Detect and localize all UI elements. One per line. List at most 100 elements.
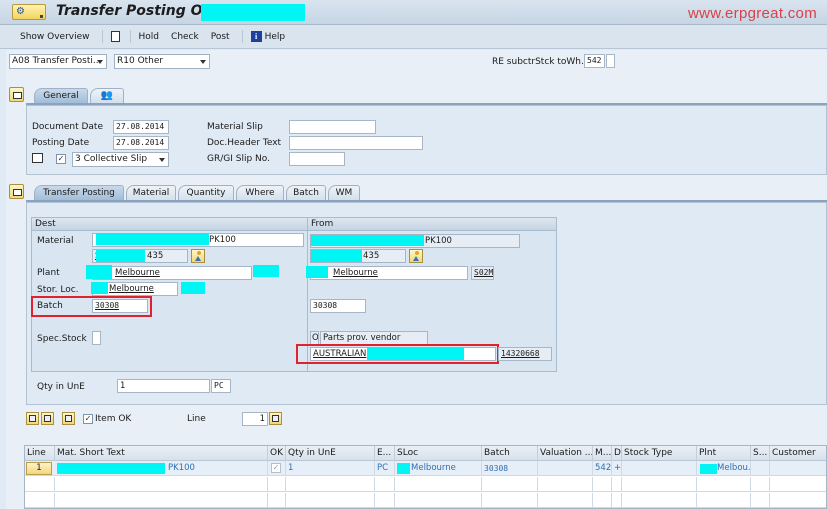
empty-cell	[612, 493, 622, 508]
material-slip-field[interactable]	[289, 120, 376, 134]
toolbar-separator	[241, 30, 243, 43]
line-label: Line	[187, 414, 206, 424]
col-stock-type[interactable]: Stock Type	[622, 446, 697, 461]
check-button[interactable]: Check	[171, 32, 199, 42]
tab-batch[interactable]: Batch	[286, 185, 326, 200]
reference-dropdown[interactable]: R10 Other	[114, 54, 210, 69]
col-mat-short-text[interactable]: Mat. Short Text	[55, 446, 268, 461]
col-qty[interactable]: Qty in UnE	[286, 446, 375, 461]
qty-unit-field[interactable]: PC	[211, 379, 231, 393]
line-field[interactable]: 1	[242, 412, 268, 426]
chevron-down-icon	[159, 158, 165, 162]
redacted-from-material	[311, 235, 424, 246]
empty-cell	[482, 477, 538, 492]
col-valuation[interactable]: Valuation ...	[538, 446, 593, 461]
doc-header-text-field[interactable]	[289, 136, 423, 150]
go-to-line-button[interactable]	[269, 412, 282, 425]
from-spec-stock-indicator[interactable]: O	[310, 331, 319, 345]
hold-button[interactable]: Hold	[139, 32, 160, 42]
next-item-button[interactable]	[41, 412, 54, 425]
table-row-empty[interactable]	[25, 493, 826, 508]
cell-ok: ✓	[268, 461, 286, 476]
col-line[interactable]: Line	[25, 446, 55, 461]
transaction-menu-button[interactable]: ⚙	[12, 4, 46, 20]
from-stor-loc-field[interactable]: S02M	[471, 266, 494, 280]
help-button[interactable]: Help	[265, 32, 286, 42]
reference-dropdown-value: R10 Other	[117, 56, 164, 66]
empty-cell	[55, 493, 268, 508]
col-ok[interactable]: OK	[268, 446, 286, 461]
special-stock-indicator-field[interactable]	[606, 54, 615, 68]
tab-partner[interactable]: 👥	[90, 88, 124, 103]
tab-where[interactable]: Where	[236, 185, 284, 200]
from-batch-field[interactable]: 30308	[310, 299, 366, 313]
movement-type-field[interactable]: 542	[584, 54, 605, 68]
empty-cell	[286, 477, 375, 492]
empty-cell	[395, 493, 482, 508]
action-dropdown-value: A08 Transfer Posti...	[12, 56, 102, 66]
col-movement-type[interactable]: M...	[593, 446, 612, 461]
col-batch[interactable]: Batch	[482, 446, 538, 461]
action-dropdown[interactable]: A08 Transfer Posti...	[9, 54, 107, 69]
chevron-down-icon	[97, 60, 103, 64]
empty-cell	[286, 493, 375, 508]
collapse-header-button[interactable]	[9, 87, 24, 102]
empty-cell	[593, 477, 612, 492]
header-tabstrip: General 👥	[34, 88, 824, 104]
cell-qty: 1	[286, 461, 375, 476]
help-info-icon[interactable]: i	[250, 31, 262, 42]
dest-spec-stock-field[interactable]	[92, 331, 101, 345]
dest-plant-field[interactable]: Melbourne	[92, 266, 252, 280]
cell-debit-credit: +	[612, 461, 622, 476]
print-checkbox[interactable]: ✓	[56, 154, 66, 164]
empty-cell	[751, 493, 770, 508]
next-item-icon	[44, 415, 51, 422]
empty-cell	[538, 493, 593, 508]
gr-gi-slip-field[interactable]	[289, 152, 345, 166]
dest-material-number-suffix: 435	[147, 251, 164, 261]
item-ok-checkbox[interactable]: ✓	[83, 414, 93, 424]
from-spec-stock-text: Parts prov. vendor	[320, 331, 428, 345]
from-plant-field[interactable]: Melbourne	[310, 266, 468, 280]
col-plant[interactable]: Plnt	[697, 446, 751, 461]
show-overview-button[interactable]: Show Overview	[20, 32, 90, 42]
col-debit-credit[interactable]: D	[612, 446, 622, 461]
posting-date-field[interactable]: 27.08.2014	[113, 136, 169, 150]
empty-cell	[697, 493, 751, 508]
material-picture-icon[interactable]	[191, 249, 205, 263]
tab-quantity[interactable]: Quantity	[178, 185, 234, 200]
copy-item-button[interactable]	[62, 412, 75, 425]
partner-icon: 👥	[100, 90, 114, 101]
new-document-icon[interactable]	[110, 31, 120, 42]
item-tabstrip: Transfer Posting Material Quantity Where…	[34, 185, 824, 201]
col-customer[interactable]: Customer	[770, 446, 827, 461]
mat-short-text-suffix: PK100	[168, 463, 195, 473]
tab-transfer-posting[interactable]: Transfer Posting	[34, 185, 124, 201]
post-button[interactable]: Post	[211, 32, 230, 42]
previous-item-button[interactable]	[26, 412, 39, 425]
cell-valuation	[538, 461, 593, 476]
qty-field[interactable]: 1	[117, 379, 210, 393]
col-unit[interactable]: E...	[375, 446, 395, 461]
vendor-number-field[interactable]: 14320668	[498, 347, 552, 361]
document-date-field[interactable]: 27.08.2014	[113, 120, 169, 134]
tab-wm[interactable]: WM	[328, 185, 360, 200]
redacted-material-number	[96, 250, 145, 262]
collapse-item-button[interactable]	[9, 184, 24, 199]
redacted-vendor-name	[367, 347, 464, 360]
doc-header-text-label: Doc.Header Text	[207, 138, 282, 148]
col-sloc[interactable]: SLoc	[395, 446, 482, 461]
print-version-dropdown[interactable]: 3 Collective Slip	[72, 152, 169, 167]
cell-stock-type	[622, 461, 697, 476]
table-row-empty[interactable]	[25, 477, 826, 492]
dest-batch-field[interactable]: 30308	[92, 299, 148, 313]
empty-cell	[622, 493, 697, 508]
from-material-picture-icon[interactable]	[409, 249, 423, 263]
col-special-stock[interactable]: S...	[751, 446, 770, 461]
table-row[interactable]: 1 PK100 ✓ 1 PC Melbourne 30308 542 + Mel…	[25, 461, 826, 476]
empty-cell	[612, 477, 622, 492]
go-to-line-icon	[272, 415, 279, 422]
tab-material[interactable]: Material	[126, 185, 176, 200]
tab-general[interactable]: General	[34, 88, 88, 104]
row-line-button[interactable]: 1	[26, 462, 52, 475]
